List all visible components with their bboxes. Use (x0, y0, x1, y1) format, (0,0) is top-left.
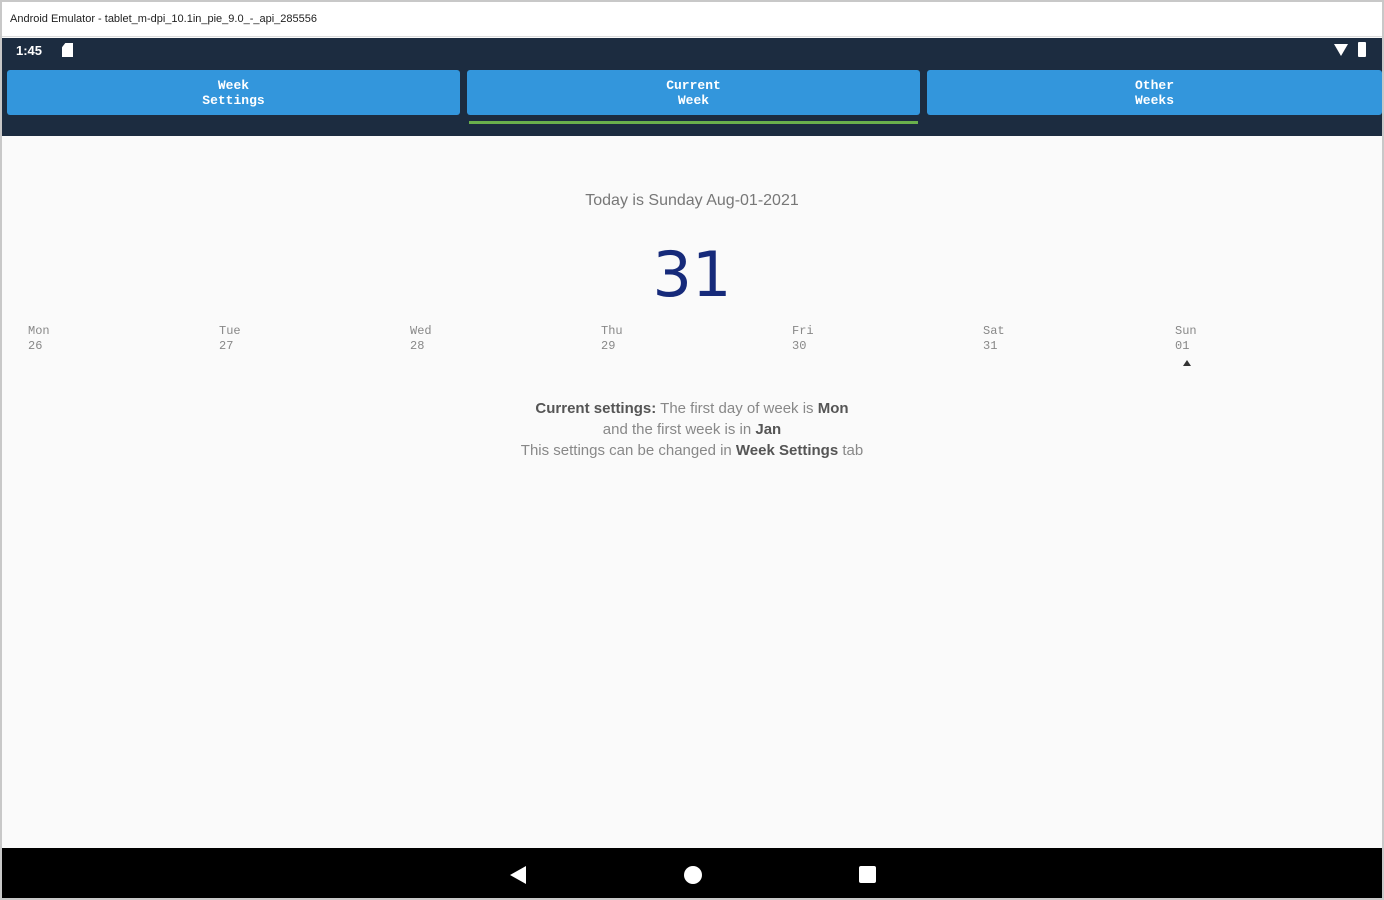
settings-text: This settings can be changed in (520, 442, 736, 459)
emulator-window: Android Emulator - tablet_m-dpi_10.1in_p… (0, 0, 1384, 900)
week-settings-ref: Week Settings (735, 442, 839, 459)
settings-text: and the first week is in (602, 421, 756, 438)
week-number: 31 (652, 238, 732, 311)
home-icon[interactable] (684, 866, 702, 884)
status-time: 1:45 (16, 43, 43, 58)
first-week-value: Jan (755, 421, 782, 438)
tab-other-weeks[interactable]: Other Weeks (927, 70, 1382, 115)
sd-card-icon (62, 43, 73, 57)
day-date: 31 (983, 339, 998, 353)
day-date: 01 (1175, 339, 1190, 353)
day-name: Sat (983, 324, 1005, 338)
day-tue: Tue 27 (219, 324, 279, 354)
day-sat: Sat 31 (983, 324, 1043, 354)
tab-selected-indicator (469, 121, 918, 124)
day-name: Fri (792, 324, 814, 338)
window-title: Android Emulator - tablet_m-dpi_10.1in_p… (2, 2, 1382, 37)
day-name: Thu (601, 324, 623, 338)
day-name: Wed (410, 324, 432, 338)
tab-current-week[interactable]: Current Week (467, 70, 920, 115)
settings-line-1: Current settings: The first day of week … (2, 398, 1382, 419)
day-name: Mon (28, 324, 50, 338)
day-thu: Thu 29 (601, 324, 661, 354)
settings-label: Current settings: (535, 400, 657, 417)
day-fri: Fri 30 (792, 324, 852, 354)
first-day-value: Mon (817, 400, 849, 417)
day-sun: Sun 01 (1175, 324, 1235, 354)
day-date: 26 (28, 339, 43, 353)
day-date: 28 (410, 339, 425, 353)
back-icon[interactable] (510, 866, 526, 884)
tab-week-settings[interactable]: Week Settings (7, 70, 460, 115)
tab-bar: Week Settings Current Week Other Weeks (2, 64, 1382, 136)
battery-icon (1358, 42, 1366, 57)
day-name: Tue (219, 324, 241, 338)
settings-text: tab (838, 442, 864, 459)
settings-info: Current settings: The first day of week … (2, 398, 1382, 461)
day-name: Sun (1175, 324, 1197, 338)
settings-line-2: and the first week is in Jan (2, 419, 1382, 440)
day-date: 30 (792, 339, 807, 353)
today-marker-icon (1183, 360, 1191, 366)
wifi-icon (1334, 44, 1348, 56)
day-mon: Mon 26 (28, 324, 88, 354)
settings-text: The first day of week is (656, 400, 818, 417)
navigation-bar (2, 848, 1382, 898)
settings-line-3: This settings can be changed in Week Set… (2, 440, 1382, 461)
day-date: 29 (601, 339, 616, 353)
main-content: Today is Sunday Aug-01-2021 31 Mon 26 Tu… (2, 136, 1382, 848)
status-bar: 1:45 (2, 38, 1382, 64)
day-date: 27 (219, 339, 234, 353)
today-date-text: Today is Sunday Aug-01-2021 (585, 192, 799, 209)
day-wed: Wed 28 (410, 324, 470, 354)
recents-icon[interactable] (859, 866, 876, 883)
